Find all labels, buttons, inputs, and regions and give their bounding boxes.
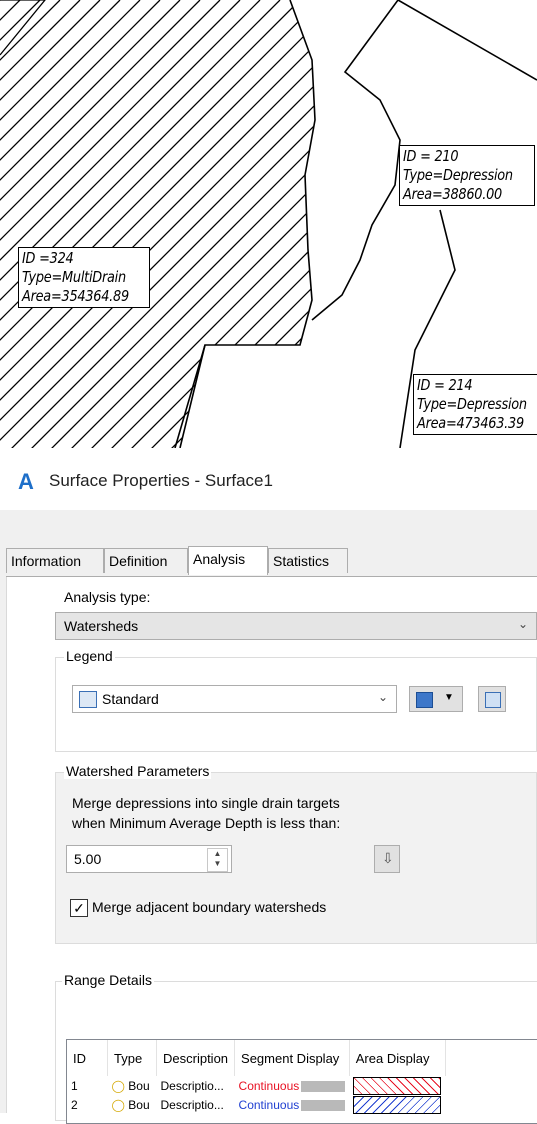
dialog-title: Surface Properties - Surface1 [49, 471, 273, 490]
download-arrow-icon: ⇩ [382, 850, 394, 866]
table-row[interactable]: 2 ◯ Bou Descriptio... Continuous [67, 1095, 445, 1114]
row-id: 2 [71, 1097, 78, 1112]
range-details-table[interactable]: ID Type Description Segment Display Area… [66, 1039, 537, 1124]
merge-boundary-checkbox[interactable]: ✓ [70, 899, 88, 917]
tab-statistics[interactable]: Statistics [268, 548, 348, 573]
legend-style-value: Standard [102, 691, 159, 707]
magnifier-icon [485, 692, 501, 708]
col-area-display[interactable]: Area Display [349, 1040, 446, 1076]
drawing-viewport[interactable]: ID = 210 Type=Depression Area=38860.00 I… [0, 0, 537, 448]
spin-arrows-icon[interactable]: ▲ ▼ [207, 848, 228, 872]
range-details-group: Range Details ID Type Description Segmen… [55, 972, 537, 1124]
hatch-line [0, 0, 315, 448]
analysis-type-dropdown[interactable]: Watersheds ⌄ [55, 612, 537, 640]
hatch-line [0, 0, 315, 448]
hatch-line [0, 0, 61, 448]
surface-properties-dialog: A Surface Properties - Surface1 Informat… [0, 452, 537, 1124]
table-row[interactable]: 1 ◯ Bou Descriptio... Continuous [67, 1076, 445, 1095]
minimum-depth-value: 5.00 [74, 851, 102, 867]
range-details-title: Range Details [62, 972, 154, 988]
lightbulb-icon: ◯ [111, 1097, 125, 1112]
chevron-down-icon: ⌄ [377, 690, 388, 704]
hatch-line [0, 0, 315, 448]
legend-style-icon [79, 691, 97, 708]
edit-style-icon [416, 692, 433, 708]
watershed-area: Area=38860.00 [403, 185, 502, 203]
area-hatch-swatch [353, 1095, 442, 1114]
hatch-line [0, 0, 315, 448]
watershed-id: ID = 214 [417, 376, 473, 394]
depression-210-boundary-left [311, 0, 401, 321]
table-header: ID Type Description Segment Display Area… [67, 1040, 446, 1076]
tab-analysis[interactable]: Analysis [188, 546, 268, 575]
caret-down-icon: ▼ [444, 692, 454, 703]
watershed-type: Type=Depression [417, 395, 527, 413]
watershed-id: ID =324 [22, 249, 74, 267]
segment-style-swatch [301, 1080, 346, 1092]
autocad-logo-icon: A [18, 469, 34, 494]
title-bar[interactable]: A Surface Properties - Surface1 [0, 452, 537, 510]
pick-depth-button[interactable]: ⇩ [374, 845, 400, 873]
row-segment: Continuous [238, 1078, 300, 1093]
chevron-down-icon: ⌄ [517, 617, 528, 631]
row-segment: Continuous [238, 1097, 300, 1112]
merge-description-line2: when Minimum Average Depth is less than: [72, 815, 341, 831]
analysis-panel: Analysis type: Watersheds ⌄ Legend Stand… [6, 577, 537, 1124]
edit-legend-style-button[interactable]: ▼ [409, 686, 463, 712]
depression-210-boundary-top [397, 0, 537, 81]
row-description: Descriptio... [160, 1078, 224, 1093]
legend-group: Legend Standard ⌄ ▼ [55, 648, 537, 752]
watershed-parameters-group: Watershed Parameters Merge depressions i… [55, 763, 537, 944]
segment-style-swatch [301, 1099, 346, 1111]
hatch-line [0, 0, 315, 448]
row-id: 1 [71, 1078, 78, 1093]
area-hatch-swatch [353, 1076, 442, 1095]
row-type: Bou [128, 1078, 150, 1093]
hatch-line [0, 0, 21, 448]
row-type: Bou [128, 1097, 150, 1112]
lightbulb-icon: ◯ [111, 1078, 125, 1093]
col-segment-display[interactable]: Segment Display [234, 1040, 350, 1076]
merge-boundary-label[interactable]: Merge adjacent boundary watersheds [92, 899, 326, 915]
tab-definition[interactable]: Definition [104, 548, 188, 573]
watershed-label-214[interactable]: ID = 214 Type=Depression Area=473463.39 [413, 374, 537, 435]
watershed-area: Area=354364.89 [22, 287, 129, 305]
legend-style-dropdown[interactable]: Standard ⌄ [72, 685, 397, 713]
multidrain-boundary [179, 0, 316, 448]
preview-legend-style-button[interactable] [478, 686, 506, 712]
merge-description-line1: Merge depressions into single drain targ… [72, 795, 340, 811]
watershed-type: Type=Depression [403, 166, 513, 184]
watershed-label-324[interactable]: ID =324 Type=MultiDrain Area=354364.89 [18, 247, 151, 308]
analysis-type-value: Watersheds [64, 618, 139, 634]
col-type[interactable]: Type [107, 1040, 157, 1076]
watershed-area: Area=473463.39 [417, 414, 524, 432]
row-description: Descriptio... [160, 1097, 224, 1112]
watershed-label-210[interactable]: ID = 210 Type=Depression Area=38860.00 [399, 145, 535, 206]
analysis-type-label: Analysis type: [64, 589, 151, 605]
hatch-line [0, 0, 301, 448]
minimum-depth-stepper[interactable]: 5.00 ▲ ▼ [66, 845, 232, 873]
watershed-type: Type=MultiDrain [22, 268, 126, 286]
hatch-line [0, 0, 101, 448]
col-id[interactable]: ID [67, 1040, 108, 1076]
tab-information[interactable]: Information [6, 548, 104, 573]
watershed-parameters-title: Watershed Parameters [64, 763, 212, 779]
legend-group-title: Legend [64, 648, 115, 664]
col-description[interactable]: Description [156, 1040, 236, 1076]
watershed-id: ID = 210 [403, 147, 459, 165]
